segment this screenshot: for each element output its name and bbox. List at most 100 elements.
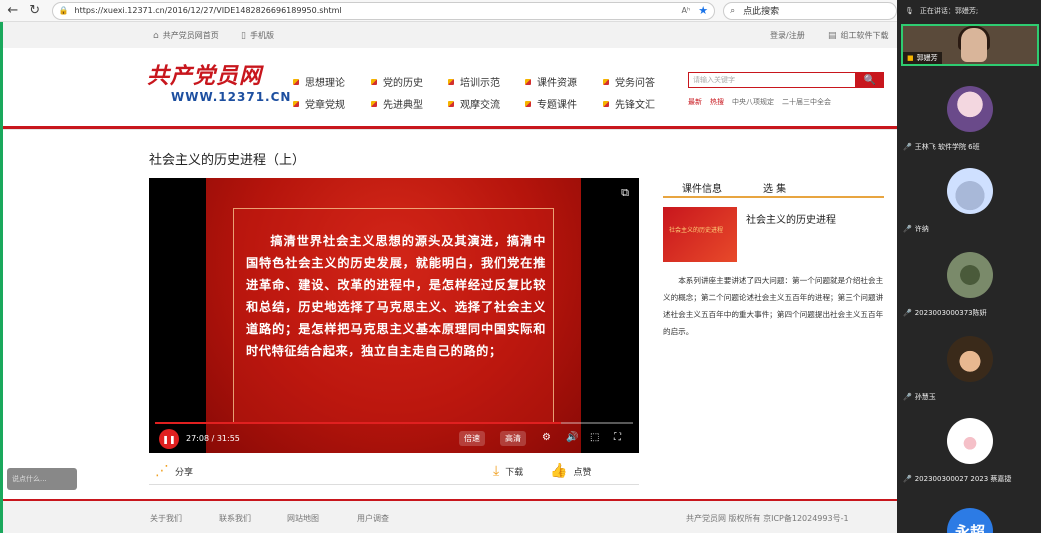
participant-tile[interactable]: 🎤 孙慧玉 (897, 336, 1041, 414)
site-logo[interactable]: 共产党员网 WWW.12371.CN (147, 63, 292, 109)
like-label: 点赞 (573, 467, 592, 478)
site-search-input[interactable]: 请输入关键字 (688, 72, 856, 88)
header-divider-shadow (3, 129, 897, 130)
video-progress-fill (155, 422, 562, 424)
video-frame: 搞清世界社会主义思想的源头及其演进，搞清中国特色社会主义的历史发展，就能明白，我… (206, 178, 581, 453)
nav-item[interactable]: 党的历史 (371, 74, 423, 89)
nav-bullet-icon (603, 78, 609, 85)
quality-button[interactable]: 高清 (500, 431, 526, 446)
like-button[interactable]: 👍 点赞 (550, 463, 591, 479)
home-link[interactable]: ⌂ 共产党员网首页 (153, 30, 219, 41)
footer-sitemap-link[interactable]: 网站地图 (287, 513, 319, 524)
comment-input[interactable]: 说点什么... (7, 468, 77, 490)
site-search-button[interactable]: 🔍 (856, 72, 884, 88)
course-title[interactable]: 社会主义的历史进程 (746, 211, 836, 226)
footer-about-link[interactable]: 关于我们 (150, 513, 182, 524)
nav-item[interactable]: 观摩交流 (448, 96, 500, 111)
software-download-link[interactable]: ▤ 组工软件下载 (828, 30, 889, 41)
nav-label: 党务问答 (615, 78, 655, 89)
video-progress-bar[interactable] (155, 422, 633, 424)
share-button[interactable]: ⋰ 分享 (155, 463, 193, 479)
nav-label: 课件资源 (537, 78, 577, 89)
microphone-icon: 🎙 (905, 7, 914, 15)
comment-hint: 说点什么... (12, 475, 47, 483)
participant-name: 🎤 王林飞 软件学院 6班 (903, 142, 980, 152)
volume-icon[interactable]: 🔊 (566, 432, 578, 443)
tab-course-info[interactable]: 课件信息 (682, 180, 722, 195)
site-footer: 关于我们 联系我们 网站地图 用户调查 共产党员网 版权所有 京ICP备1202… (3, 501, 897, 533)
participant-tile[interactable]: 🎤 许纳 (897, 168, 1041, 246)
nav-item[interactable]: 培训示范 (448, 74, 500, 89)
avatar-initials[interactable]: 永超 (947, 508, 993, 533)
speaker-tile-name: ■ 郭嫚芳 (903, 52, 942, 64)
footer-contact-link[interactable]: 联系我们 (219, 513, 251, 524)
nav-item[interactable]: 党务问答 (603, 74, 655, 89)
footer-survey-link[interactable]: 用户调查 (357, 513, 389, 524)
course-thumbnail[interactable]: 社会主义的历史进程 (663, 207, 737, 262)
nav-item[interactable]: 思想理论 (293, 74, 345, 89)
hot-search-link[interactable]: 热搜 (710, 97, 724, 107)
picture-in-picture-icon[interactable]: ⧉ (621, 186, 629, 200)
settings-gear-icon[interactable]: ⚙ (542, 432, 551, 443)
avatar (947, 86, 993, 132)
participant-tile[interactable]: 🎤 王林飞 软件学院 6班 (897, 86, 1041, 164)
speaker-name: 郭嫚芳; (954, 7, 979, 15)
nav-label: 观摩交流 (460, 100, 500, 111)
participant-name-text: 许纳 (914, 225, 929, 233)
thumbs-up-icon: 👍 (550, 463, 568, 479)
download-label: 下载 (505, 467, 524, 478)
fullscreen-icon[interactable]: ⛶ (614, 432, 621, 443)
browser-search-box[interactable]: ⌕ 点此搜索 (723, 1, 897, 20)
login-link-label: 登录/注册 (770, 31, 805, 40)
meeting-sidebar: 🎙 正在讲话： 郭嫚芳; ■ 郭嫚芳 🎤 王林飞 软件学院 6班 🎤 许纳 🎤 202… (897, 0, 1041, 533)
nav-item[interactable]: 党章党规 (293, 96, 345, 111)
download-box-icon: ▤ (828, 30, 837, 41)
participant-name-text: 2023003000373陈妍 (914, 309, 987, 317)
favorite-star-icon[interactable]: ★ (698, 4, 708, 17)
nav-label: 先进典型 (383, 100, 423, 111)
hot-link-2[interactable]: 二十届三中全会 (782, 97, 831, 107)
login-link[interactable]: 登录/注册 (770, 30, 805, 41)
mobile-link-label: 手机版 (249, 31, 274, 40)
nav-item[interactable]: 专题课件 (525, 96, 577, 111)
back-icon[interactable]: ← (4, 2, 22, 20)
nav-label: 党章党规 (305, 100, 345, 111)
participant-tile[interactable]: 🎤 202300300027 2023 蔡嘉捷 (897, 418, 1041, 496)
nav-item[interactable]: 先锋文汇 (603, 96, 655, 111)
avatar (947, 418, 993, 464)
nav-bullet-icon (293, 100, 299, 107)
nav-label: 思想理论 (305, 78, 345, 89)
avatar (947, 168, 993, 214)
refresh-icon[interactable]: ↻ (26, 2, 44, 20)
avatar (947, 336, 993, 382)
share-label: 分享 (175, 467, 194, 478)
address-bar[interactable]: 🔒 https://xuexi.12371.cn/2016/12/27/VIDE… (51, 1, 716, 20)
latest-link[interactable]: 最新 (688, 97, 702, 107)
video-time: 27:08 / 31:55 (186, 434, 240, 443)
logo-url: WWW.12371.CN (171, 90, 292, 104)
download-button[interactable]: ⤓ 下载 (493, 463, 523, 479)
course-description: 本系列讲座主要讲述了四大问题：第一个问题就是介绍社会主义的概念；第二个问题论述社… (663, 276, 884, 336)
web-fullscreen-icon[interactable]: ⬚ (590, 432, 599, 443)
read-aloud-icon[interactable]: Aʰ (682, 6, 691, 15)
nav-label: 党的历史 (383, 78, 423, 89)
nav-item[interactable]: 课件资源 (525, 74, 577, 89)
nav-item[interactable]: 先进典型 (371, 96, 423, 111)
video-player[interactable]: 搞清世界社会主义思想的源头及其演进，搞清中国特色社会主义的历史发展，就能明白，我… (149, 178, 639, 453)
mobile-link[interactable]: ▯ 手机版 (241, 30, 274, 41)
participant-name: 🎤 孙慧玉 (903, 392, 936, 402)
nav-bullet-icon (293, 78, 299, 85)
nav-bullet-icon (371, 78, 377, 85)
participant-name: 🎤 2023003000373陈妍 (903, 308, 987, 318)
speaking-indicator: 🎙 正在讲话： 郭嫚芳; (897, 0, 1041, 22)
nav-bullet-icon (525, 100, 531, 107)
speaker-video-tile[interactable]: ■ 郭嫚芳 (901, 24, 1039, 66)
hot-link-1[interactable]: 中央八项规定 (732, 97, 774, 107)
playback-speed-button[interactable]: 倍速 (459, 431, 485, 446)
nav-bullet-icon (448, 78, 454, 85)
video-subtitle-text: 搞清世界社会主义思想的源头及其演进，搞清中国特色社会主义的历史发展，就能明白，我… (246, 234, 546, 358)
participant-tile[interactable]: 🎤 2023003000373陈妍 (897, 252, 1041, 330)
tab-episodes[interactable]: 选 集 (763, 180, 786, 195)
participant-name-text: 王林飞 软件学院 6班 (914, 143, 980, 151)
pause-button[interactable]: ❚❚ (159, 429, 179, 449)
